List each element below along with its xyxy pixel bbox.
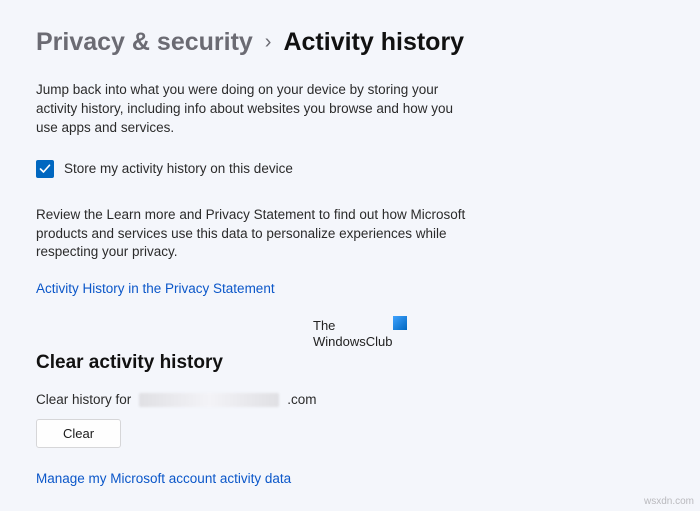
- checkmark-icon: [39, 163, 51, 175]
- clear-history-prefix: Clear history for: [36, 392, 131, 407]
- manage-account-activity-link[interactable]: Manage my Microsoft account activity dat…: [36, 471, 291, 486]
- intro-text: Jump back into what you were doing on yo…: [36, 81, 466, 138]
- chevron-right-icon: ›: [265, 31, 272, 54]
- account-redacted: [139, 393, 279, 407]
- watermark-line2: WindowsClub: [313, 334, 392, 350]
- review-text: Review the Learn more and Privacy Statem…: [36, 206, 496, 263]
- breadcrumb: Privacy & security › Activity history: [36, 28, 664, 57]
- clear-history-suffix: .com: [287, 392, 316, 407]
- privacy-statement-link[interactable]: Activity History in the Privacy Statemen…: [36, 281, 275, 296]
- store-history-checkbox[interactable]: [36, 160, 54, 178]
- store-history-checkbox-row: Store my activity history on this device: [36, 160, 664, 178]
- source-watermark: wsxdn.com: [644, 496, 694, 507]
- breadcrumb-parent[interactable]: Privacy & security: [36, 28, 253, 57]
- store-history-label: Store my activity history on this device: [64, 161, 293, 176]
- clear-history-row: Clear history for .com: [36, 392, 664, 407]
- clear-button[interactable]: Clear: [36, 419, 121, 448]
- clear-history-heading: Clear activity history: [36, 352, 664, 374]
- breadcrumb-current: Activity history: [283, 28, 464, 57]
- watermark: The WindowsClub: [313, 318, 392, 351]
- watermark-line1: The: [313, 318, 392, 334]
- watermark-square-icon: [393, 316, 407, 330]
